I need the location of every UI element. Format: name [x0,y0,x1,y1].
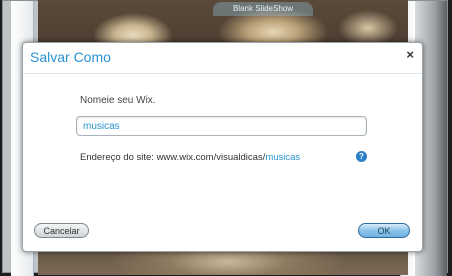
help-icon[interactable]: ? [356,151,367,162]
ok-button[interactable]: OK [358,223,410,238]
cancel-button[interactable]: Cancelar [34,223,89,238]
title-divider [23,73,422,74]
save-as-dialog: Salvar Como × Nomeie seu Wix. Endereço d… [22,42,423,252]
site-name-input[interactable] [76,116,367,136]
dialog-title: Salvar Como [30,49,111,65]
site-address-text: Endereço do site: www.wix.com/visualdica… [80,152,300,163]
site-address-prefix: Endereço do site: www.wix.com/visualdica… [80,152,266,163]
close-icon[interactable]: × [406,47,414,62]
name-prompt-label: Nomeie seu Wix. [80,95,156,106]
slideshow-caption: Blank SlideShow [213,2,313,16]
site-address-slug: musicas [265,152,301,163]
